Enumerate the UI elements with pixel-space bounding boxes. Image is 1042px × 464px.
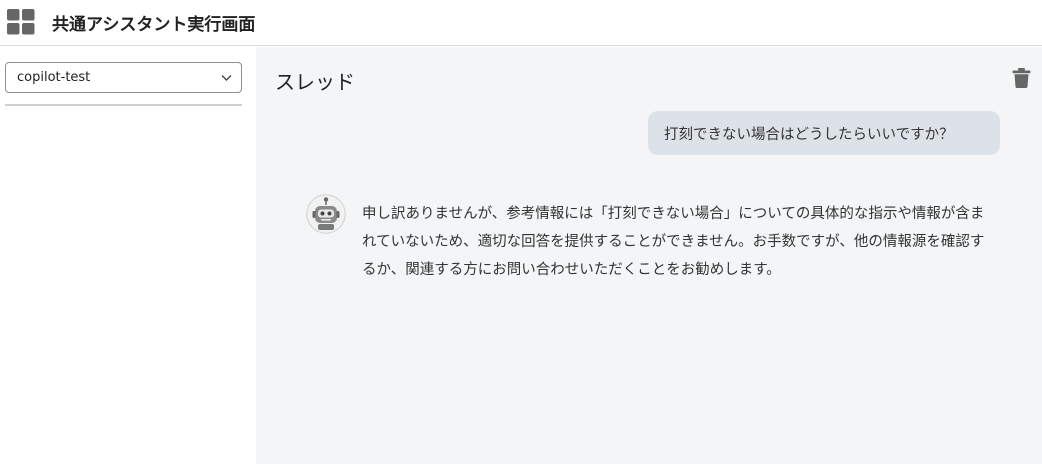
robot-icon xyxy=(306,194,346,234)
app-header: 共通アシスタント実行画面 xyxy=(0,0,1042,46)
chevron-down-icon xyxy=(221,75,232,81)
sidebar: copilot-test xyxy=(0,47,256,464)
assistant-message-text: 申し訳ありませんが、参考情報には「打刻できない場合」についての具体的な指示や情報… xyxy=(362,206,985,278)
thread-title: スレッド xyxy=(275,70,355,94)
assistant-select[interactable]: copilot-test xyxy=(5,62,242,93)
grid-icon[interactable] xyxy=(7,9,35,35)
user-message: 打刻できない場合はどうしたらいいですか？ xyxy=(648,111,1000,155)
trash-icon[interactable] xyxy=(1012,68,1031,88)
thread-panel: スレッド 打刻できない場合はどうしたらいいですか？ 申し訳ありませんが、参考情報… xyxy=(256,47,1042,464)
assistant-select-value: copilot-test xyxy=(17,70,91,85)
sidebar-divider xyxy=(5,104,242,106)
app-title: 共通アシスタント実行画面 xyxy=(52,15,256,35)
user-message-text: 打刻できない場合はどうしたらいいですか？ xyxy=(664,127,954,143)
